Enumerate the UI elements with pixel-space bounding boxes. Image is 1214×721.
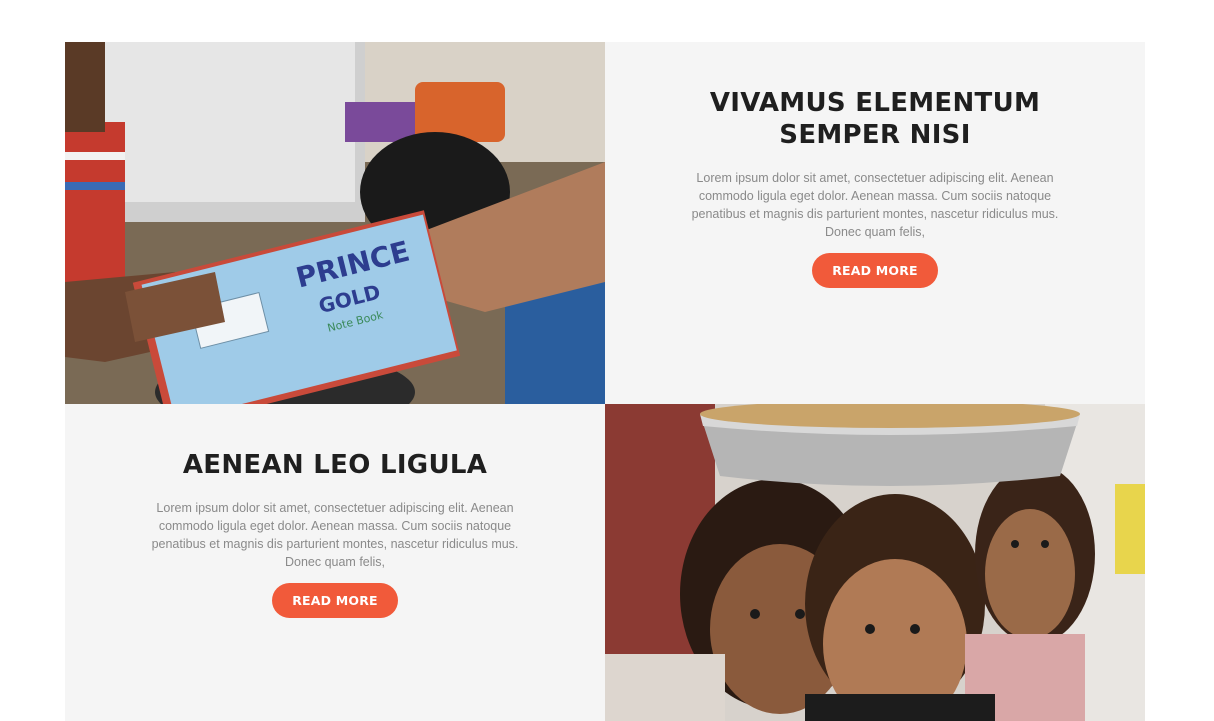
notebook-photo: PRINCE GOLD Note Book	[65, 42, 605, 404]
children-photo	[605, 404, 1145, 721]
read-more-button-1[interactable]: READ MORE	[812, 253, 938, 288]
notebook-photo-image: PRINCE GOLD Note Book	[65, 42, 605, 404]
feature-text-2: Lorem ipsum dolor sit amet, consectetuer…	[151, 501, 519, 569]
feature-text-1: Lorem ipsum dolor sit amet, consectetuer…	[691, 171, 1059, 239]
feature-title-2: AENEAN LEO LIGULA	[182, 450, 488, 480]
feature-grid: PRINCE GOLD Note Book VIVAMUS ELEMENTUM …	[65, 42, 1145, 721]
read-more-button-2[interactable]: READ MORE	[272, 583, 398, 618]
children-photo-image	[605, 404, 1145, 721]
feature-panel-2: AENEAN LEO LIGULA Lorem ipsum dolor sit …	[65, 404, 605, 721]
feature-panel-1: VIVAMUS ELEMENTUM SEMPER NISI Lorem ipsu…	[605, 42, 1145, 404]
feature-title-1: VIVAMUS ELEMENTUM SEMPER NISI	[709, 88, 1041, 150]
